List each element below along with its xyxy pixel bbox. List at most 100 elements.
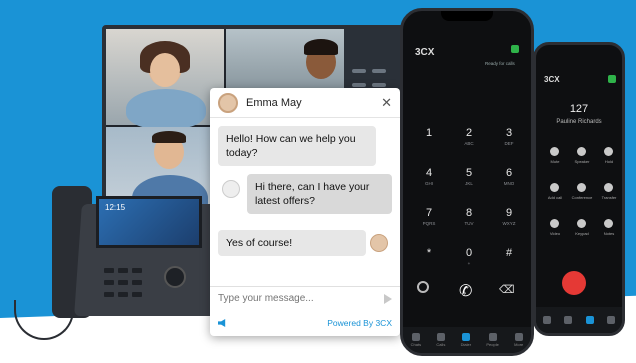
tab-label: Chats	[410, 342, 422, 347]
tab-dialer[interactable]: Dialer	[461, 333, 471, 347]
powered-by-link[interactable]: Powered By 3CX	[327, 318, 392, 328]
desk-phone-key[interactable]	[104, 292, 114, 297]
tab-chats[interactable]: Chats	[411, 333, 421, 347]
call-action-label: Speaker	[574, 159, 590, 164]
chat-message-input[interactable]	[218, 293, 384, 304]
dialer-key[interactable]: *	[415, 247, 443, 259]
tab-icon[interactable]	[607, 316, 616, 324]
app-logo: 3CX	[415, 47, 435, 58]
participant-hair	[304, 39, 338, 55]
tab-label: More	[514, 342, 524, 347]
desk-phone-key[interactable]	[104, 268, 114, 273]
dialer-key-letters: TUV	[464, 221, 474, 226]
call-action-label: Notes	[603, 231, 615, 236]
chat-agent-name: Emma May	[246, 96, 302, 109]
call-action-label: Add call	[547, 195, 563, 200]
desk-phone-key[interactable]	[118, 292, 128, 297]
desk-phone-key[interactable]	[118, 280, 128, 285]
dialer-key[interactable]: 2	[455, 127, 483, 139]
hangup-button[interactable]	[562, 271, 586, 295]
participant-hair	[152, 131, 186, 143]
call-action-icon[interactable]	[604, 183, 613, 192]
dialer-key[interactable]: 1	[415, 127, 443, 139]
call-action-label: Hold	[604, 159, 614, 164]
phone-notch	[441, 11, 493, 21]
call-action-icon[interactable]	[550, 147, 559, 156]
dialer-key-letters: ABC	[464, 141, 474, 146]
dialer-key[interactable]: 6	[495, 167, 523, 179]
desk-phone-key[interactable]	[104, 280, 114, 285]
desk-phone-nav-pad[interactable]	[164, 266, 186, 288]
call-action-icon[interactable]	[550, 183, 559, 192]
dialer-key[interactable]: 5	[455, 167, 483, 179]
chat-message-agent: Yes of course!	[218, 230, 366, 256]
tab-icon	[514, 333, 523, 341]
call-action-icon[interactable]	[577, 183, 586, 192]
tab-icon	[461, 333, 470, 341]
mobile-phone-dialer: 3CX Ready for calls 1 2 ABC 3 DEF 4 GHI 5 JKL 6 MN…	[400, 8, 534, 356]
desk-phone-key[interactable]	[132, 268, 142, 273]
status-indicator	[511, 45, 519, 53]
call-action-label: Conference	[571, 195, 593, 200]
back-phone-tabbar	[536, 307, 622, 333]
close-icon[interactable]: ✕	[381, 95, 392, 111]
live-chat-widget: Emma May ✕ Hello! How can we help you to…	[210, 88, 400, 336]
tab-icon	[436, 333, 445, 341]
video-tile-participant-1[interactable]	[106, 29, 224, 129]
chat-header: Emma May ✕	[210, 88, 400, 118]
dialer-key[interactable]: 0	[455, 247, 483, 259]
dialer-key[interactable]: 7	[415, 207, 443, 219]
call-action-icon[interactable]	[577, 147, 586, 156]
desk-phone-key[interactable]	[118, 268, 128, 273]
speaker-icon[interactable]	[218, 319, 226, 327]
call-action-icon[interactable]	[577, 219, 586, 228]
caller-name: Pauline Richards	[556, 119, 602, 125]
call-extension: 127	[569, 103, 589, 115]
tab-calls[interactable]: Calls	[436, 333, 445, 347]
status-indicator	[608, 75, 616, 83]
panel-line-icon	[352, 83, 366, 87]
participant-body	[126, 89, 206, 129]
dialer-key-letters: PQRS	[422, 221, 436, 226]
tab-more[interactable]: More	[514, 333, 523, 347]
tab-icon[interactable]	[542, 316, 551, 324]
call-icon[interactable]: ✆	[459, 281, 472, 301]
dialer-key[interactable]: 9	[495, 207, 523, 219]
call-action-icon[interactable]	[604, 219, 613, 228]
backspace-icon[interactable]: ⌫	[499, 283, 515, 296]
participant-face-skin	[150, 53, 180, 87]
tab-icon[interactable]	[585, 316, 594, 324]
tab-people[interactable]: People	[486, 333, 499, 347]
desk-phone-time: 12:15	[105, 203, 126, 212]
call-action-label: Keypad	[575, 231, 589, 236]
dialer-key[interactable]: 4	[415, 167, 443, 179]
send-icon[interactable]	[384, 293, 392, 304]
desk-phone-key[interactable]	[132, 292, 142, 297]
tab-icon	[411, 333, 420, 341]
call-action-label: Mute	[550, 159, 560, 164]
dialer-key-letters: GHI	[424, 181, 433, 186]
call-action-icon[interactable]	[604, 147, 613, 156]
ready-status: Ready for calls	[485, 61, 515, 66]
dialer-key[interactable]: #	[495, 247, 523, 259]
dialer-key-letters: WXYZ	[502, 221, 516, 226]
search-icon[interactable]	[417, 281, 429, 293]
call-action-label: Video	[549, 231, 561, 236]
chat-message-visitor: Hi there, can I have your latest offers?	[247, 174, 392, 214]
panel-line-icon	[372, 83, 386, 87]
dialer-key[interactable]: 8	[455, 207, 483, 219]
dialer-key-letters: +	[467, 261, 471, 266]
dialer-key[interactable]: 3	[495, 127, 523, 139]
chat-footer: Powered By 3CX	[210, 314, 400, 332]
visitor-avatar	[222, 180, 240, 198]
call-action-icon[interactable]	[550, 219, 559, 228]
desk-phone-key[interactable]	[132, 280, 142, 285]
back-phone-brand: 3CX	[544, 75, 560, 84]
main-phone-tabbar: Chats Calls Dialer People More	[403, 327, 531, 353]
chat-input-row	[210, 286, 400, 310]
panel-line-icon	[372, 69, 386, 73]
dialer-key-letters: DEF	[504, 141, 514, 146]
tab-icon[interactable]	[564, 316, 573, 324]
tab-label: Calls	[436, 342, 446, 347]
agent-avatar	[218, 92, 238, 113]
